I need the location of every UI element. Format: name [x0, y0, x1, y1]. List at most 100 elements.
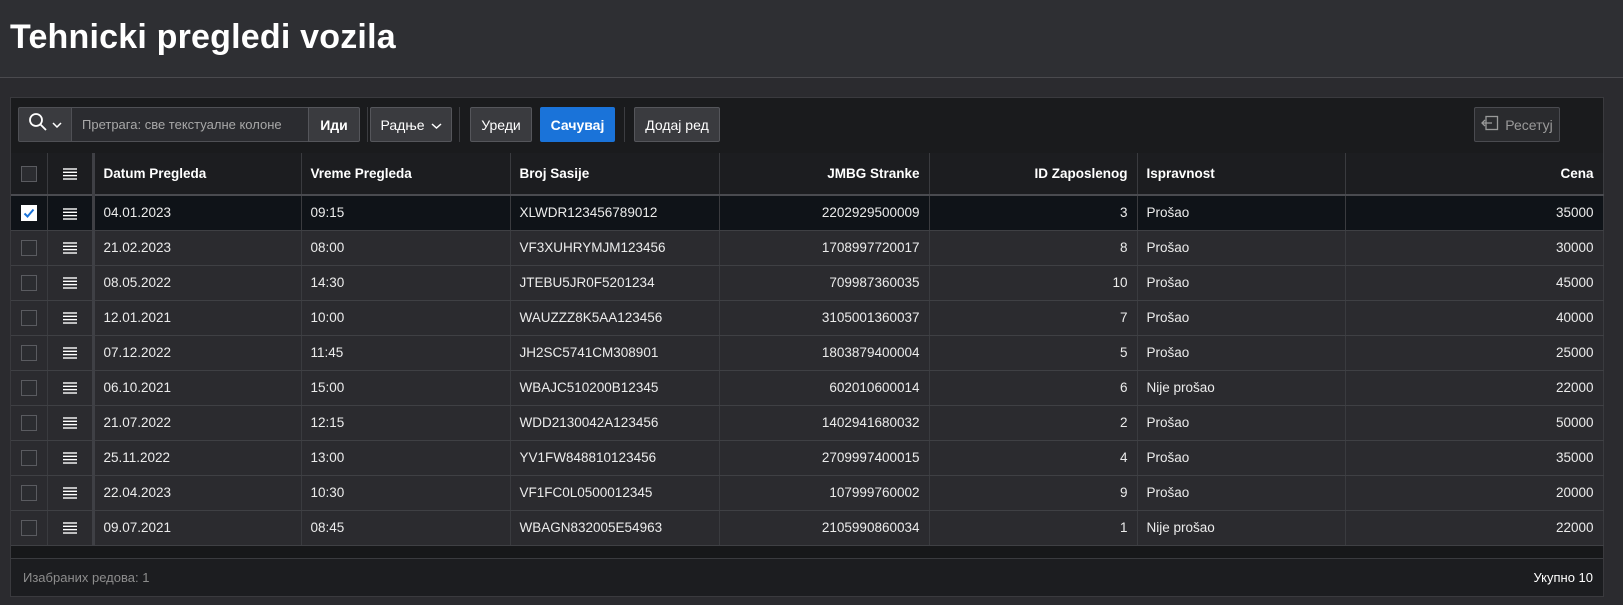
row-select-checkbox[interactable]: [20, 274, 37, 291]
cell-ispravnost[interactable]: Prošao: [1137, 335, 1346, 371]
row-actions-cell[interactable]: [47, 265, 95, 301]
edit-button[interactable]: Уреди: [470, 107, 532, 142]
cell-datum[interactable]: 25.11.2022: [93, 440, 302, 476]
cell-jmbg[interactable]: 1708997720017: [719, 230, 930, 266]
cell-vreme[interactable]: 08:00: [301, 230, 511, 266]
cell-cena[interactable]: 22000: [1345, 370, 1604, 406]
cell-vreme[interactable]: 09:15: [301, 195, 511, 231]
cell-broj-sasije[interactable]: WBAGN832005E54963: [510, 510, 720, 546]
cell-id-zaposlenog[interactable]: 1: [929, 510, 1138, 546]
cell-broj-sasije[interactable]: JTEBU5JR0F5201234: [510, 265, 720, 301]
cell-id-zaposlenog[interactable]: 4: [929, 440, 1138, 476]
row-select-checkbox[interactable]: [20, 484, 37, 501]
row-select-checkbox[interactable]: [20, 519, 37, 536]
cell-ispravnost[interactable]: Prošao: [1137, 475, 1346, 511]
table-row[interactable]: 08.05.2022 14:30 JTEBU5JR0F5201234 70998736…: [11, 265, 1604, 301]
save-button[interactable]: Сачувај: [540, 107, 615, 142]
row-select-checkbox[interactable]: [20, 239, 37, 256]
cell-ispravnost[interactable]: Prošao: [1137, 230, 1346, 266]
cell-jmbg[interactable]: 709987360035: [719, 265, 930, 301]
table-row[interactable]: 21.02.2023 08:00 VF3XUHRYMJM123456 17089977…: [11, 230, 1604, 266]
search-input[interactable]: [72, 107, 308, 142]
go-button[interactable]: Иди: [308, 107, 360, 142]
row-select-cell[interactable]: [11, 405, 48, 441]
row-actions-cell[interactable]: [47, 300, 95, 336]
cell-id-zaposlenog[interactable]: 8: [929, 230, 1138, 266]
cell-vreme[interactable]: 13:00: [301, 440, 511, 476]
cell-id-zaposlenog[interactable]: 3: [929, 195, 1138, 231]
cell-cena[interactable]: 25000: [1345, 335, 1604, 371]
row-actions-cell[interactable]: [47, 370, 95, 406]
cell-jmbg[interactable]: 602010600014: [719, 370, 930, 406]
cell-cena[interactable]: 20000: [1345, 475, 1604, 511]
cell-cena[interactable]: 22000: [1345, 510, 1604, 546]
cell-vreme[interactable]: 10:30: [301, 475, 511, 511]
cell-datum[interactable]: 06.10.2021: [93, 370, 302, 406]
cell-vreme[interactable]: 10:00: [301, 300, 511, 336]
row-select-cell[interactable]: [11, 440, 48, 476]
row-select-cell[interactable]: [11, 510, 48, 546]
cell-id-zaposlenog[interactable]: 7: [929, 300, 1138, 336]
cell-ispravnost[interactable]: Prošao: [1137, 440, 1346, 476]
cell-jmbg[interactable]: 1803879400004: [719, 335, 930, 371]
column-header-datum[interactable]: Datum Pregleda: [93, 153, 302, 196]
cell-jmbg[interactable]: 3105001360037: [719, 300, 930, 336]
column-header-vreme[interactable]: Vreme Pregleda: [301, 153, 511, 196]
table-row[interactable]: 07.12.2022 11:45 JH2SC5741CM308901 18038794…: [11, 335, 1604, 371]
cell-broj-sasije[interactable]: WBAJC510200B12345: [510, 370, 720, 406]
column-header-id-zaposlenog[interactable]: ID Zaposlenog: [929, 153, 1138, 196]
row-select-cell[interactable]: [11, 370, 48, 406]
select-all-checkbox[interactable]: [20, 165, 37, 182]
row-actions-cell[interactable]: [47, 475, 95, 511]
cell-vreme[interactable]: 14:30: [301, 265, 511, 301]
cell-vreme[interactable]: 12:15: [301, 405, 511, 441]
cell-cena[interactable]: 35000: [1345, 195, 1604, 231]
row-select-cell[interactable]: [11, 265, 48, 301]
table-row[interactable]: 04.01.2023 09:15 XLWDR123456789012 22029295…: [11, 195, 1604, 231]
cell-datum[interactable]: 21.07.2022: [93, 405, 302, 441]
row-select-checkbox[interactable]: [20, 309, 37, 326]
actions-menu-button[interactable]: Радње: [370, 107, 452, 142]
cell-cena[interactable]: 40000: [1345, 300, 1604, 336]
cell-datum[interactable]: 12.01.2021: [93, 300, 302, 336]
reset-button[interactable]: Ресетуј: [1474, 107, 1560, 142]
cell-cena[interactable]: 35000: [1345, 440, 1604, 476]
cell-id-zaposlenog[interactable]: 10: [929, 265, 1138, 301]
row-actions-cell[interactable]: [47, 230, 95, 266]
cell-jmbg[interactable]: 2202929500009: [719, 195, 930, 231]
cell-datum[interactable]: 09.07.2021: [93, 510, 302, 546]
select-all-header[interactable]: [11, 153, 48, 196]
cell-ispravnost[interactable]: Prošao: [1137, 195, 1346, 231]
row-select-checkbox[interactable]: [20, 414, 37, 431]
cell-jmbg[interactable]: 107999760002: [719, 475, 930, 511]
row-select-checkbox[interactable]: [20, 449, 37, 466]
cell-cena[interactable]: 50000: [1345, 405, 1604, 441]
cell-vreme[interactable]: 08:45: [301, 510, 511, 546]
cell-id-zaposlenog[interactable]: 6: [929, 370, 1138, 406]
cell-jmbg[interactable]: 1402941680032: [719, 405, 930, 441]
cell-jmbg[interactable]: 2105990860034: [719, 510, 930, 546]
cell-cena[interactable]: 45000: [1345, 265, 1604, 301]
cell-broj-sasije[interactable]: XLWDR123456789012: [510, 195, 720, 231]
cell-broj-sasije[interactable]: WDD2130042A123456: [510, 405, 720, 441]
row-actions-cell[interactable]: [47, 510, 95, 546]
cell-id-zaposlenog[interactable]: 2: [929, 405, 1138, 441]
row-select-checkbox[interactable]: [20, 204, 37, 221]
table-row[interactable]: 09.07.2021 08:45 WBAGN832005E54963 21059908…: [11, 510, 1604, 546]
search-column-selector[interactable]: [18, 107, 72, 142]
add-row-button[interactable]: Додај ред: [634, 107, 720, 142]
cell-broj-sasije[interactable]: JH2SC5741CM308901: [510, 335, 720, 371]
row-actions-cell[interactable]: [47, 405, 95, 441]
table-row[interactable]: 22.04.2023 10:30 VF1FC0L0500012345 10799976…: [11, 475, 1604, 511]
row-select-cell[interactable]: [11, 195, 48, 231]
row-select-checkbox[interactable]: [20, 344, 37, 361]
cell-datum[interactable]: 04.01.2023: [93, 195, 302, 231]
cell-datum[interactable]: 21.02.2023: [93, 230, 302, 266]
row-actions-header[interactable]: [47, 153, 95, 196]
cell-cena[interactable]: 30000: [1345, 230, 1604, 266]
cell-jmbg[interactable]: 2709997400015: [719, 440, 930, 476]
cell-ispravnost[interactable]: Prošao: [1137, 265, 1346, 301]
cell-broj-sasije[interactable]: VF3XUHRYMJM123456: [510, 230, 720, 266]
cell-datum[interactable]: 22.04.2023: [93, 475, 302, 511]
cell-datum[interactable]: 07.12.2022: [93, 335, 302, 371]
